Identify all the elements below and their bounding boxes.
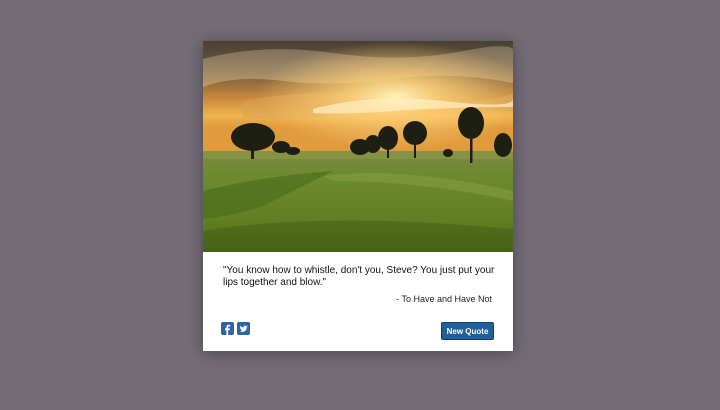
landscape-photo	[203, 41, 513, 252]
new-quote-button[interactable]: New Quote	[441, 322, 494, 340]
facebook-icon[interactable]	[221, 322, 234, 335]
quote-source: - To Have and Have Not	[396, 294, 492, 304]
quote-card: "You know how to whistle, don't you, Ste…	[203, 41, 513, 351]
social-share	[221, 322, 250, 335]
quote-text: "You know how to whistle, don't you, Ste…	[223, 265, 495, 288]
twitter-icon[interactable]	[237, 322, 250, 335]
